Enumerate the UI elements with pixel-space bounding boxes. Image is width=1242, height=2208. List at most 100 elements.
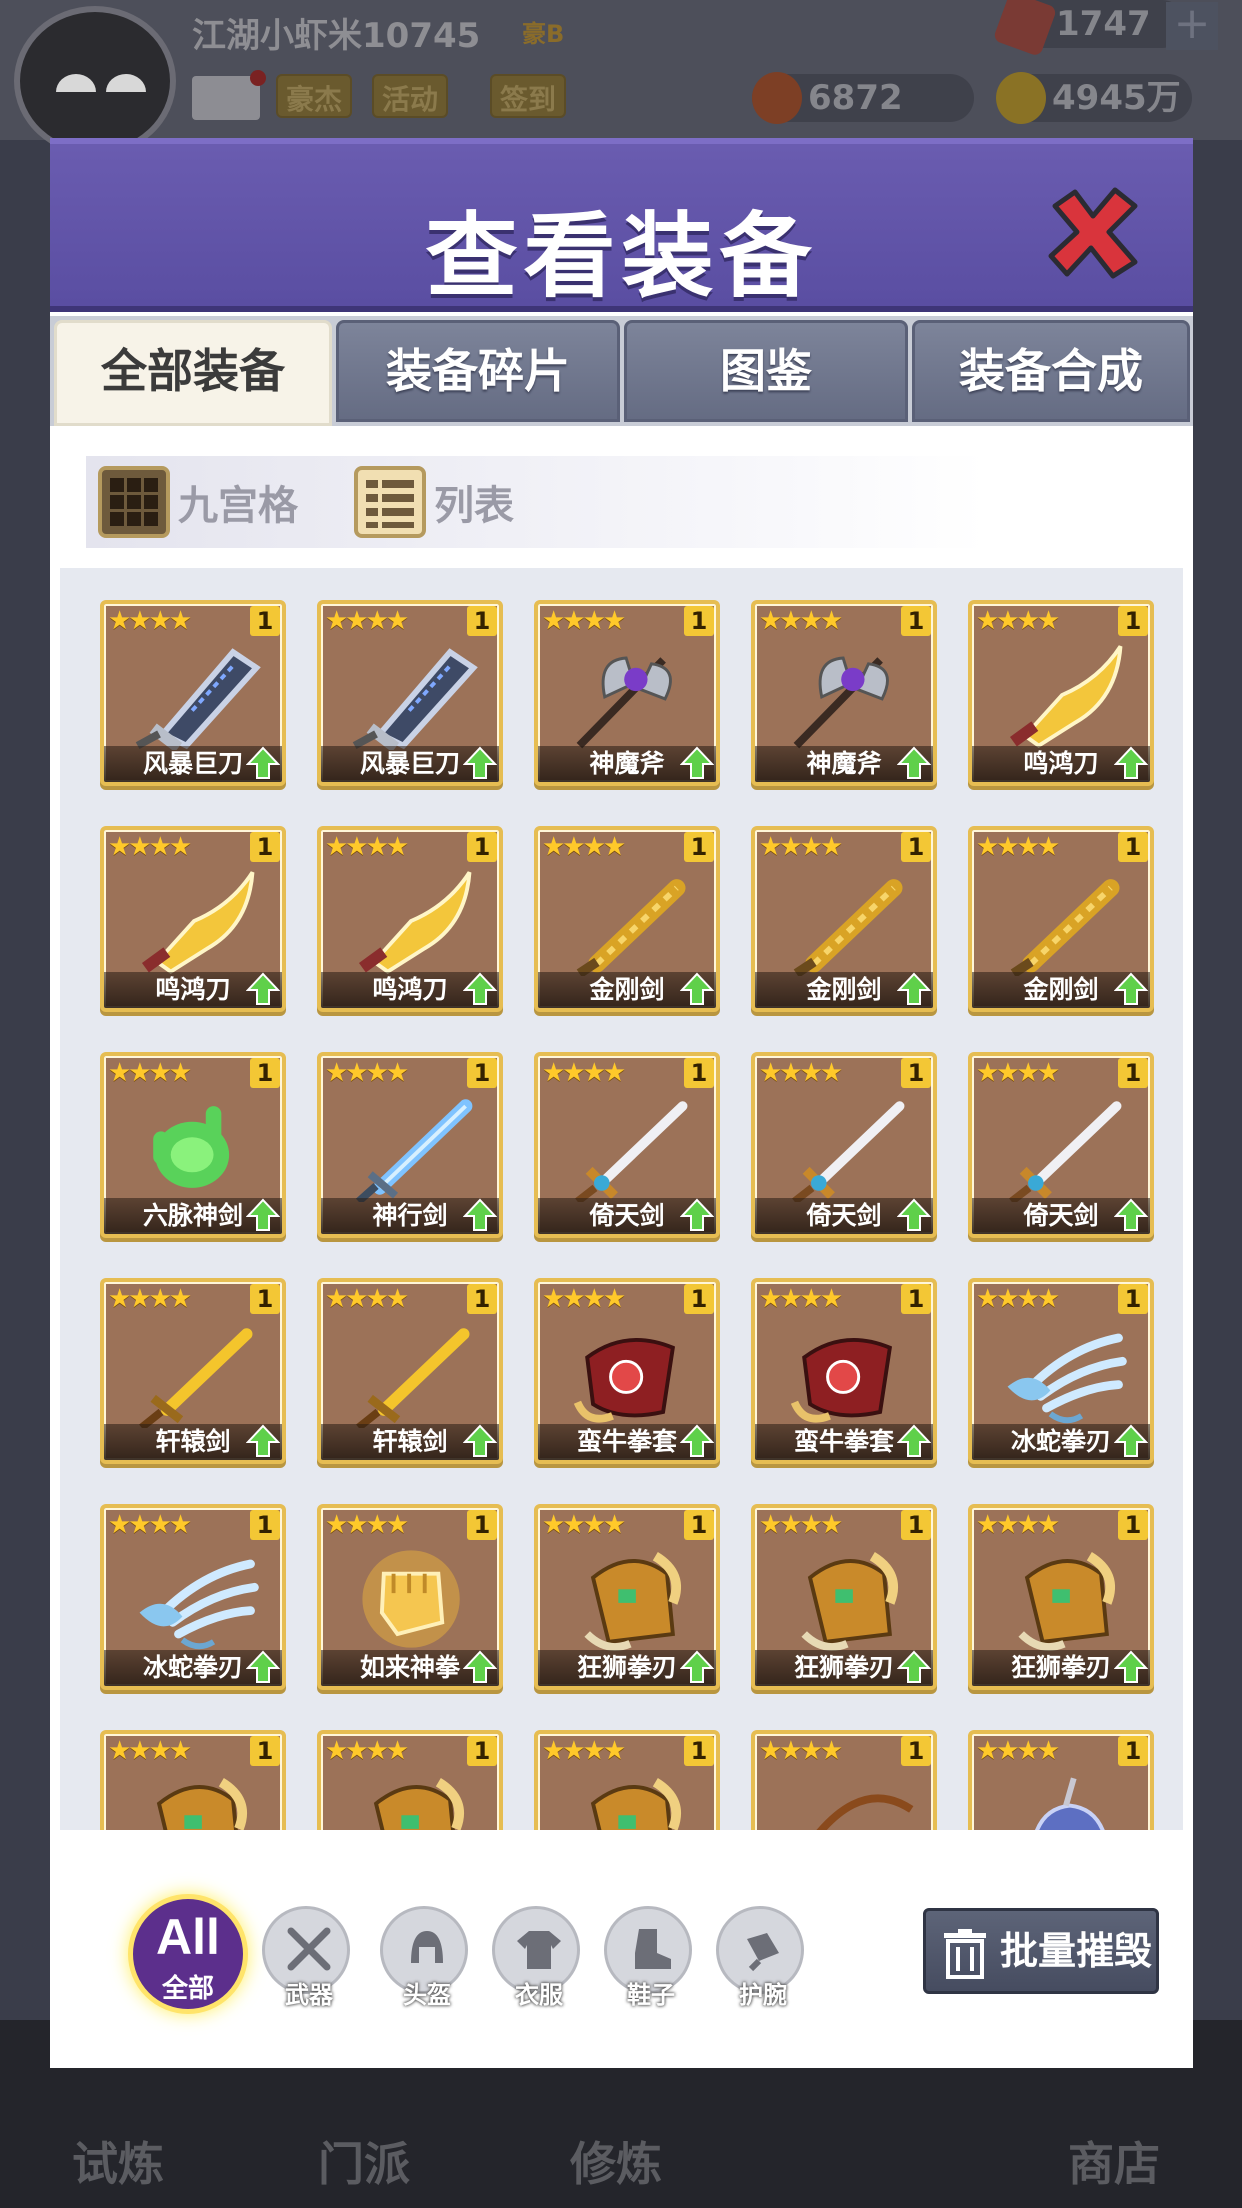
equipment-card[interactable]: ★★★★ 1 鸣鸿刀 [317,826,503,1012]
item-count: 1 [901,1736,931,1766]
equipment-card[interactable]: ★★★★ 1 蛮牛拳套 [534,1278,720,1464]
add-gems-button[interactable]: + [1166,2,1218,50]
events-button[interactable]: 活动 [372,74,449,118]
item-count: 1 [250,1510,280,1540]
mail-icon[interactable] [192,70,266,120]
bow-icon [816,1794,914,1830]
filter-weapon-button[interactable]: 武器 [262,1906,350,2009]
grid-icon [98,466,170,538]
upgrade-arrow-icon [463,746,497,779]
list-view-button[interactable]: 列表 [354,464,514,540]
item-count: 1 [467,832,497,862]
item-count: 1 [901,606,931,636]
equipment-card[interactable]: ★★★★ 1 轩辕剑 [100,1278,286,1464]
gold-sword-icon [793,879,903,976]
shirt-icon [517,1931,561,1969]
item-count: 1 [1118,1736,1148,1766]
batch-destroy-button[interactable]: 批量摧毁 [923,1908,1159,1994]
upgrade-arrow-icon [680,746,714,779]
equipment-card[interactable]: ★★★★ 1 倚天剑 [968,1052,1154,1238]
helmet-icon [411,1931,443,1963]
equipment-card[interactable]: ★★★★ 1 [534,1730,720,1830]
equipment-card[interactable]: ★★★★ 1 金刚剑 [534,826,720,1012]
equipment-card[interactable]: ★★★★ 1 神魔斧 [751,600,937,786]
equipment-card[interactable]: ★★★★ 1 风暴巨刀 [317,600,503,786]
equipment-card[interactable]: ★★★★ 1 狂狮拳刃 [968,1504,1154,1690]
equipment-card[interactable]: ★★★★ 1 金刚剑 [968,826,1154,1012]
equipment-card[interactable]: ★★★★ 1 蛮牛拳套 [751,1278,937,1464]
equipment-card[interactable]: ★★★★ 1 神魔斧 [534,600,720,786]
filter-all-button[interactable]: All 全部 [128,1894,248,2014]
checkin-button[interactable]: 签到 [490,74,567,118]
equipment-card[interactable]: ★★★★ 1 冰蛇拳刃 [968,1278,1154,1464]
star-rating: ★★★★ [108,1510,192,1540]
equipment-grid-panel[interactable]: ★★★★ 1 风暴巨刀 ★★★★ 1 风暴巨刀 ★★★★ 1 神魔斧 ★★★★ 1 神魔斧 ★★★★ 1 鸣… [60,568,1183,1830]
lion-claw-icon [590,1778,682,1830]
equipment-card[interactable]: ★★★★ 1 倚天剑 [751,1052,937,1238]
equipment-card[interactable]: ★★★★ 1 神行剑 [317,1052,503,1238]
equipment-card[interactable]: ★★★★ 1 [100,1730,286,1830]
golden-blade-icon [358,871,472,974]
star-rating: ★★★★ [542,1058,626,1088]
star-rating: ★★★★ [542,832,626,862]
tab-equipment-fragments[interactable]: 装备碎片 [336,320,620,422]
star-rating: ★★★★ [759,1058,843,1088]
nav-training[interactable]: 修炼 [570,2128,662,2194]
item-count: 1 [1118,1510,1148,1540]
equipment-card[interactable]: ★★★★ 1 金刚剑 [751,826,937,1012]
equipment-dialog: 查看装备 全部装备 装备碎片 图鉴 装备合成 九宫格 列表 ★★★★ 1 风暴巨… [50,138,1193,2068]
equipment-card[interactable]: ★★★★ 1 [317,1730,503,1830]
item-count: 1 [901,832,931,862]
equipment-card[interactable]: ★★★★ 1 鸣鸿刀 [968,600,1154,786]
axe-icon [793,656,889,749]
list-view-label: 列表 [434,483,514,529]
silver-sword-icon [792,1101,905,1202]
grid-view-button[interactable]: 九宫格 [98,464,298,540]
upgrade-arrow-icon [246,746,280,779]
equipment-card[interactable]: ★★★★ 1 鸣鸿刀 [100,826,286,1012]
equipment-card[interactable]: ★★★★ 1 如来神拳 [317,1504,503,1690]
nav-sect[interactable]: 门派 [318,2128,410,2194]
silver-sword-icon [1009,1101,1122,1202]
upgrade-arrow-icon [246,1650,280,1683]
filter-shoes-button[interactable]: 鞋子 [604,1906,692,2009]
star-rating: ★★★★ [759,1510,843,1540]
heroes-button[interactable]: 豪杰 [276,74,353,118]
star-rating: ★★★★ [976,1058,1060,1088]
tab-codex[interactable]: 图鉴 [624,320,908,422]
equipment-card[interactable]: ★★★★ 1 倚天剑 [534,1052,720,1238]
upgrade-arrow-icon [897,1424,931,1457]
upgrade-arrow-icon [246,1424,280,1457]
gold-sword-icon [576,879,686,976]
star-rating: ★★★★ [759,1736,843,1766]
nav-shop[interactable]: 商店 [1068,2128,1160,2194]
filter-clothes-button[interactable]: 衣服 [492,1906,580,2009]
tab-all-equipment[interactable]: 全部装备 [54,320,332,426]
filter-bracer-button[interactable]: 护腕 [716,1906,804,2009]
item-count: 1 [250,832,280,862]
item-count: 1 [467,1510,497,1540]
equipment-card[interactable]: ★★★★ 1 狂狮拳刃 [751,1504,937,1690]
equipment-card[interactable]: ★★★★ 1 狂狮拳刃 [534,1504,720,1690]
ice-claw-icon [1007,1333,1127,1424]
filter-helmet-button[interactable]: 头盔 [380,1906,468,2009]
item-count: 1 [250,1284,280,1314]
item-count: 1 [250,606,280,636]
equipment-card[interactable]: ★★★★ 1 风暴巨刀 [100,600,286,786]
player-avatar[interactable] [14,6,176,156]
equipment-card[interactable]: ★★★★ 1 [968,1730,1154,1830]
equipment-card[interactable]: ★★★★ 1 六脉神剑 [100,1052,286,1238]
tab-bar: 全部装备 装备碎片 图鉴 装备合成 [50,316,1193,426]
nav-trial[interactable]: 试炼 [72,2128,164,2194]
upgrade-arrow-icon [680,972,714,1005]
tab-equipment-synthesis[interactable]: 装备合成 [912,320,1190,422]
equipment-card[interactable]: ★★★★ 1 冰蛇拳刃 [100,1504,286,1690]
star-rating: ★★★★ [325,832,409,862]
close-icon[interactable] [1045,184,1141,280]
vip-badge: 豪B [522,20,565,48]
equipment-card[interactable]: ★★★★ 1 轩辕剑 [317,1278,503,1464]
lion-claw-icon [156,1778,248,1830]
equipment-card[interactable]: ★★★★ 1 [751,1730,937,1830]
helmet-icon [1035,1777,1105,1830]
trash-icon [944,1929,986,1979]
